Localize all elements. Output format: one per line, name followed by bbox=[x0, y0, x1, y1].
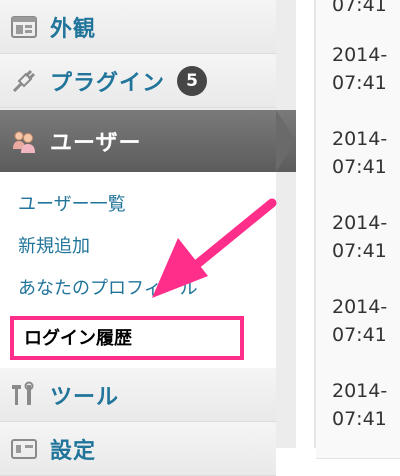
date-text: 2014- bbox=[332, 296, 388, 318]
time-text: 07:41 bbox=[332, 408, 387, 430]
admin-sidebar: 外観 プラグイン 5 ユーザー ユーザー一覧 新規追加 あなたのプロフィール ロ… bbox=[0, 0, 296, 476]
submenu-item-your-profile[interactable]: あなたのプロフィール bbox=[18, 274, 198, 300]
date-text: 2014- bbox=[332, 44, 388, 66]
time-text: 07:41 bbox=[332, 324, 387, 346]
sidebar-item-settings[interactable]: 設定 bbox=[0, 422, 276, 476]
date-text: 2014- bbox=[332, 128, 388, 150]
list-item: 2014- 07:41 bbox=[316, 38, 400, 123]
sidebar-item-label: 外観 bbox=[50, 16, 97, 42]
list-item: 07:41 bbox=[316, 0, 400, 39]
submenu-item-login-history[interactable]: ログイン履歴 bbox=[10, 316, 244, 360]
appearance-icon bbox=[10, 13, 38, 41]
submenu-item-users-list[interactable]: ユーザー一覧 bbox=[18, 190, 126, 216]
list-item: 2014- 07:41 bbox=[316, 206, 400, 291]
sidebar-item-label: ユーザー bbox=[50, 131, 142, 156]
date-text: 2014- bbox=[332, 380, 388, 402]
sidebar-item-users[interactable]: ユーザー bbox=[0, 110, 296, 172]
sidebar-item-plugins[interactable]: プラグイン 5 bbox=[0, 54, 276, 108]
time-text: 07:41 bbox=[332, 0, 387, 16]
date-text: 2014- bbox=[332, 212, 388, 234]
sidebar-item-label: ツール bbox=[50, 384, 120, 410]
list-item: 2014- 07:41 bbox=[316, 290, 400, 375]
tools-icon bbox=[10, 381, 38, 409]
sidebar-item-appearance[interactable]: 外観 bbox=[0, 0, 276, 54]
list-item: 2014- 07:41 bbox=[316, 122, 400, 207]
sidebar-item-tools[interactable]: ツール bbox=[0, 368, 276, 422]
list-item: 2014- 07:41 bbox=[316, 374, 400, 459]
users-submenu: ユーザー一覧 新規追加 あなたのプロフィール ログイン履歴 bbox=[0, 172, 276, 368]
submenu-item-add-new[interactable]: 新規追加 bbox=[18, 232, 90, 258]
content-list: 07:41 2014- 07:41 2014- 07:41 2014- 07:4… bbox=[296, 0, 400, 459]
plugin-icon bbox=[10, 67, 38, 95]
time-text: 07:41 bbox=[332, 72, 387, 94]
users-icon bbox=[10, 127, 38, 155]
sidebar-item-label: 設定 bbox=[50, 438, 97, 464]
sidebar-item-label: プラグイン bbox=[50, 70, 166, 96]
time-text: 07:41 bbox=[332, 156, 387, 178]
time-text: 07:41 bbox=[332, 240, 387, 262]
settings-icon bbox=[10, 435, 38, 463]
active-menu-pointer bbox=[276, 110, 296, 172]
update-count-badge: 5 bbox=[177, 65, 208, 96]
